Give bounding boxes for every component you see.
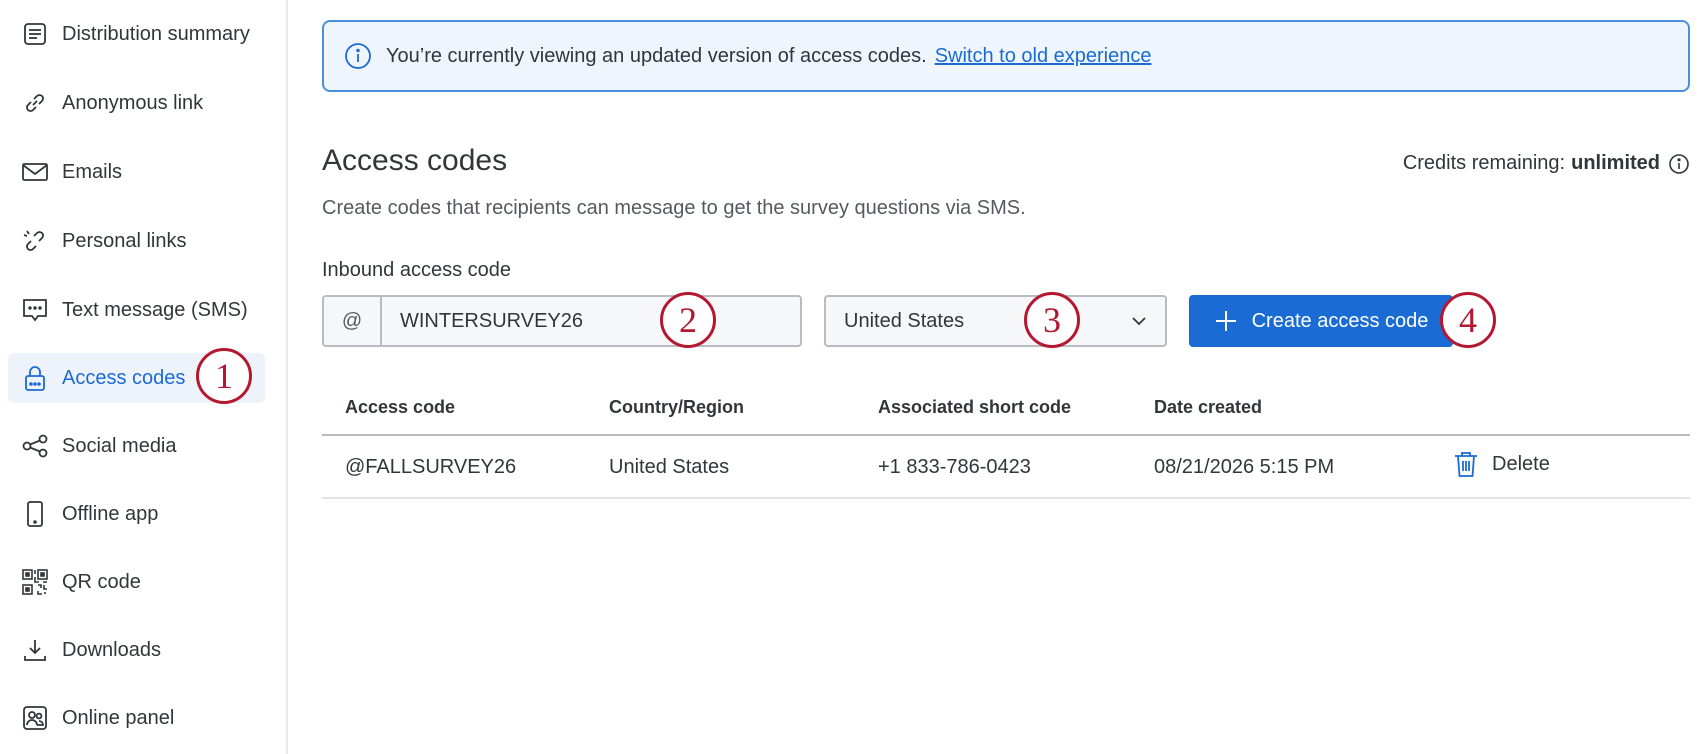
sidebar-item-label: Anonymous link (62, 91, 204, 114)
share-icon (20, 431, 50, 461)
sidebar-item-label: Downloads (62, 638, 161, 661)
panel-icon (20, 703, 50, 733)
sidebar-item-label: Online panel (62, 706, 175, 729)
banner-text: You’re currently viewing an updated vers… (386, 44, 927, 67)
inbound-access-code-label: Inbound access code (322, 259, 512, 281)
info-icon[interactable] (1668, 153, 1690, 175)
sidebar-item-emails[interactable]: Emails (8, 147, 265, 197)
credits-label: Credits remaining: (1402, 152, 1566, 174)
cell-short-code: +1 833-786-0423 (878, 456, 1031, 478)
switch-experience-link[interactable]: Switch to old experience (935, 45, 1152, 68)
credits-remaining: Credits remaining: unlimited (1403, 152, 1690, 175)
trash-icon (1455, 452, 1477, 477)
qr-code-icon (20, 567, 50, 597)
sidebar-item-label: QR code (62, 570, 141, 593)
sidebar-item-offline-app[interactable]: Offline app (8, 489, 265, 539)
sidebar-item-downloads[interactable]: Downloads (8, 625, 265, 675)
sidebar-item-label: Distribution summary (62, 22, 250, 45)
credits-value: unlimited (1571, 152, 1660, 174)
message-icon (20, 295, 50, 325)
sidebar-item-label: Emails (62, 160, 123, 183)
sidebar-item-personal-links[interactable]: Personal links (8, 216, 265, 266)
callout-badge: 3 (1024, 292, 1080, 348)
lock-icon (20, 363, 50, 393)
column-header: Associated short code (878, 397, 1072, 417)
sidebar-item-qr-code[interactable]: QR code (8, 557, 265, 607)
access-code-input[interactable] (382, 297, 800, 345)
create-access-code-button[interactable]: Create access code (1189, 295, 1453, 347)
sidebar-item-label: Social media (62, 434, 177, 457)
sidebar-item-anonymous-link[interactable]: Anonymous link (8, 78, 265, 128)
info-banner: You’re currently viewing an updated vers… (322, 20, 1690, 92)
broken-link-icon (20, 226, 50, 256)
phone-icon (20, 499, 50, 529)
page-subtitle: Create codes that recipients can message… (322, 197, 1026, 219)
envelope-icon (20, 157, 50, 187)
sidebar-item-label: Text message (SMS) (62, 298, 248, 321)
at-prefix: @ (324, 297, 382, 345)
sidebar-item-online-panel[interactable]: Online panel (8, 693, 265, 743)
cell-date-created: 08/21/2026 5:15 PM (1154, 456, 1335, 478)
delete-label: Delete (1492, 452, 1550, 475)
delete-button[interactable]: Delete (1452, 449, 1550, 479)
country-select[interactable]: United States (824, 295, 1167, 347)
download-icon (20, 635, 50, 665)
callout-badge: 4 (1440, 292, 1496, 348)
callout-badge: 2 (660, 292, 716, 348)
column-header: Date created (1154, 397, 1263, 417)
access-codes-table: Access code Country/Region Associated sh… (322, 380, 1690, 499)
create-button-label: Create access code (1251, 309, 1429, 332)
sidebar-item-label: Personal links (62, 229, 187, 252)
callout-badge: 1 (196, 348, 252, 404)
table-row: @FALLSURVEY26 United States +1 833-786-0… (322, 436, 1690, 499)
sidebar-item-label: Offline app (62, 502, 159, 525)
sidebar-item-distribution-summary[interactable]: Distribution summary (8, 9, 265, 59)
page-title: Access codes (322, 144, 508, 177)
access-code-field: @ (322, 295, 802, 347)
link-icon (20, 88, 50, 118)
cell-country: United States (609, 456, 730, 478)
sidebar-item-social-media[interactable]: Social media (8, 421, 265, 471)
chevron-down-icon (1132, 317, 1146, 326)
column-header: Access code (345, 397, 456, 417)
country-select-value: United States (844, 309, 965, 332)
sidebar-item-text-message[interactable]: Text message (SMS) (8, 285, 265, 335)
column-header: Country/Region (609, 397, 744, 417)
sidebar-item-label: Access codes (62, 366, 186, 389)
distribution-summary-icon (20, 19, 50, 49)
table-header: Access code Country/Region Associated sh… (322, 380, 1690, 436)
info-icon (345, 43, 371, 69)
cell-access-code: @FALLSURVEY26 (345, 456, 517, 478)
plus-icon (1215, 311, 1236, 331)
